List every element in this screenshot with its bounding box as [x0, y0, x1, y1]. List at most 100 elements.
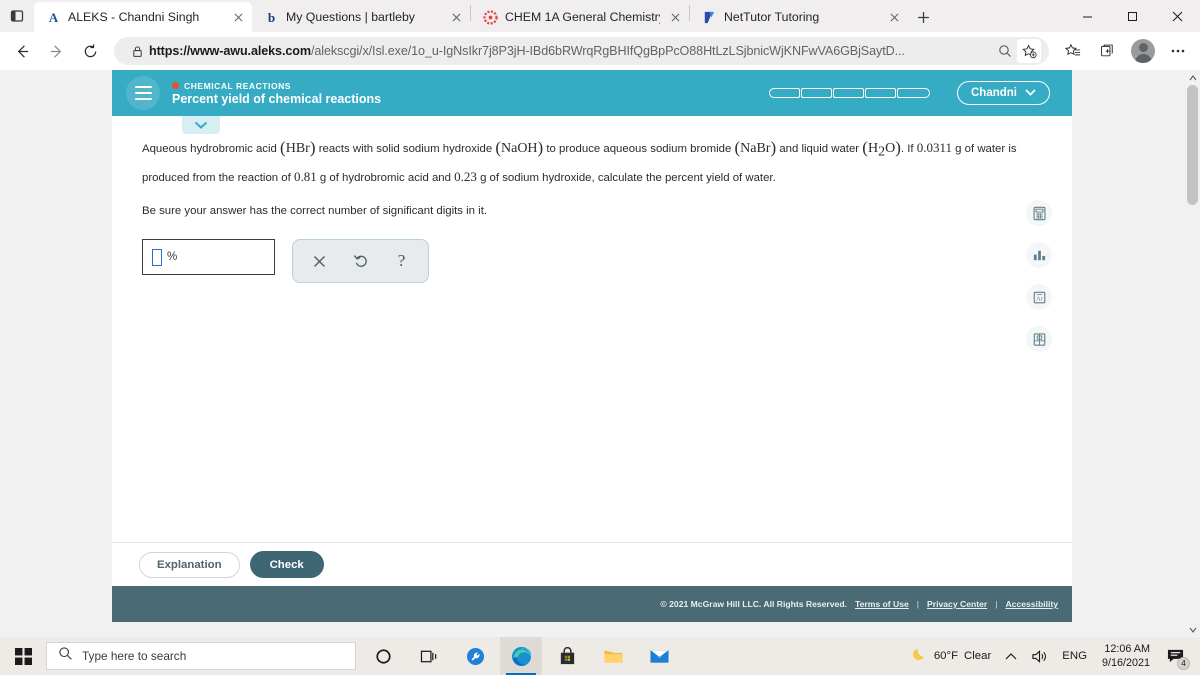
close-icon[interactable]	[886, 9, 902, 25]
close-icon[interactable]	[667, 9, 683, 25]
taskbar-apps	[362, 637, 680, 675]
settings-more-icon[interactable]	[1162, 35, 1194, 67]
check-button[interactable]: Check	[249, 551, 324, 578]
windows-taskbar: Type here to search 60°F Clear ENG 12:06…	[0, 637, 1200, 675]
data-chart-tool[interactable]	[1026, 242, 1052, 268]
tab-title: NetTutor Tutoring	[724, 10, 820, 24]
clock-time: 12:06 AM	[1104, 643, 1150, 655]
browser-tab-1[interactable]: b My Questions | bartleby	[252, 2, 470, 32]
weather-temp: 60°F	[933, 650, 959, 662]
browser-tab-3[interactable]: NetTutor Tutoring	[690, 2, 908, 32]
lock-icon	[125, 39, 149, 63]
zoom-out-icon[interactable]	[993, 39, 1017, 63]
bartleby-b-icon: b	[263, 9, 279, 25]
menu-icon[interactable]	[126, 76, 160, 110]
significant-digits-note: Be sure your answer has the correct numb…	[142, 205, 488, 218]
forward-icon[interactable]	[40, 35, 72, 67]
accessibility-link[interactable]: Accessibility	[1005, 599, 1058, 609]
task-view-icon[interactable]	[408, 637, 450, 675]
scroll-up-button[interactable]	[1185, 70, 1200, 85]
tab-title: CHEM 1A General Chemistry 726	[505, 10, 660, 24]
toolbar-right-actions	[1057, 35, 1194, 67]
formula-h2o-o: O	[885, 141, 896, 156]
q-line1-c: to produce aqueous sodium bromide	[546, 143, 732, 155]
tab-actions-button[interactable]	[0, 0, 34, 32]
svg-text:b: b	[267, 10, 274, 25]
system-tray: 60°F Clear ENG 12:06 AM 9/16/2021 4	[904, 637, 1200, 675]
progress-indicator	[769, 88, 931, 98]
progress-segment	[801, 88, 832, 98]
file-explorer-icon[interactable]	[592, 637, 634, 675]
window-controls	[1065, 0, 1200, 32]
privacy-center-link[interactable]: Privacy Center	[927, 599, 987, 609]
page-viewport: CHEMICAL REACTIONS Percent yield of chem…	[0, 70, 1200, 637]
clock[interactable]: 12:06 AM 9/16/2021	[1094, 642, 1158, 670]
progress-segment	[769, 88, 800, 98]
q-line2-b: g of hydrobromic acid and	[319, 172, 451, 185]
avatar	[1131, 39, 1155, 63]
tab-title: My Questions | bartleby	[286, 10, 415, 24]
help-glyph: ?	[397, 251, 406, 271]
help-button[interactable]: ?	[387, 246, 417, 276]
formula-nabr: NaBr	[740, 141, 771, 156]
add-favorite-icon[interactable]	[1017, 39, 1041, 63]
language-indicator[interactable]: ENG	[1055, 637, 1094, 675]
formula-h2o-h: H	[867, 141, 879, 156]
new-tab-button[interactable]	[908, 2, 938, 32]
copyright-text: © 2021 McGraw Hill LLC. All Rights Reser…	[660, 599, 847, 609]
answer-input[interactable]: %	[142, 239, 275, 276]
terms-of-use-link[interactable]: Terms of Use	[855, 599, 909, 609]
user-menu-button[interactable]: Chandni	[957, 81, 1050, 105]
question-content: Aqueous hydrobromic acid (HBr) reacts wi…	[112, 116, 1072, 586]
input-caret-placeholder	[152, 248, 162, 266]
tab-title: ALEKS - Chandni Singh	[68, 10, 200, 24]
favorites-icon[interactable]	[1057, 35, 1089, 67]
collections-icon[interactable]	[1092, 35, 1124, 67]
scroll-down-button[interactable]	[1185, 622, 1200, 637]
address-bar[interactable]: https://www-awu.aleks.com/alekscgi/x/Isl…	[114, 37, 1049, 65]
browser-tab-2[interactable]: CHEM 1A General Chemistry 726	[471, 2, 689, 32]
periodic-table-tool[interactable]: Ar	[1026, 284, 1052, 310]
close-window-button[interactable]	[1155, 0, 1200, 32]
scrollbar-thumb[interactable]	[1187, 85, 1198, 205]
notifications-button[interactable]: 4	[1158, 637, 1192, 675]
q-line1-d: and liquid water	[779, 143, 860, 155]
q-line1-b: reacts with solid sodium hydroxide	[318, 143, 493, 155]
mail-icon[interactable]	[638, 637, 680, 675]
microsoft-store-icon[interactable]	[546, 637, 588, 675]
progress-segment	[897, 88, 930, 98]
volume-icon[interactable]	[1024, 637, 1055, 675]
minimize-button[interactable]	[1065, 0, 1110, 32]
action-bar: Explanation Check	[112, 542, 1072, 586]
cortana-icon[interactable]	[362, 637, 404, 675]
aleks-header: CHEMICAL REACTIONS Percent yield of chem…	[112, 70, 1072, 116]
answer-unit: %	[167, 251, 178, 264]
maximize-button[interactable]	[1110, 0, 1155, 32]
close-icon[interactable]	[230, 9, 246, 25]
tool-wrench-icon[interactable]	[454, 637, 496, 675]
q-line1-e: . If	[900, 143, 914, 155]
profile-icon[interactable]	[1127, 35, 1159, 67]
weather-widget[interactable]: 60°F Clear	[904, 637, 998, 675]
undo-button[interactable]	[346, 246, 376, 276]
calculator-tool[interactable]	[1026, 200, 1052, 226]
topic-status-dot-icon	[172, 82, 179, 89]
show-hidden-icons-button[interactable]	[998, 637, 1024, 675]
reference-table-tool[interactable]	[1026, 326, 1052, 352]
tool-rail: Ar	[1026, 200, 1052, 352]
search-input[interactable]: Type here to search	[46, 642, 356, 670]
browser-tab-0[interactable]: A ALEKS - Chandni Singh	[34, 2, 252, 32]
value-base-mass: 0.23	[454, 169, 477, 185]
q-line1-a: Aqueous hydrobromic acid	[142, 143, 277, 155]
close-icon[interactable]	[448, 9, 464, 25]
start-button[interactable]	[0, 637, 46, 675]
page-title: Percent yield of chemical reactions	[172, 91, 382, 106]
svg-text:Ar: Ar	[1036, 295, 1044, 302]
explanation-button[interactable]: Explanation	[139, 551, 240, 578]
value-acid-mass: 0.81	[293, 169, 317, 185]
page-scrollbar[interactable]	[1185, 70, 1200, 637]
clear-button[interactable]	[305, 246, 335, 276]
back-icon[interactable]	[6, 35, 38, 67]
reload-icon[interactable]	[74, 35, 106, 67]
edge-icon[interactable]	[500, 637, 542, 675]
